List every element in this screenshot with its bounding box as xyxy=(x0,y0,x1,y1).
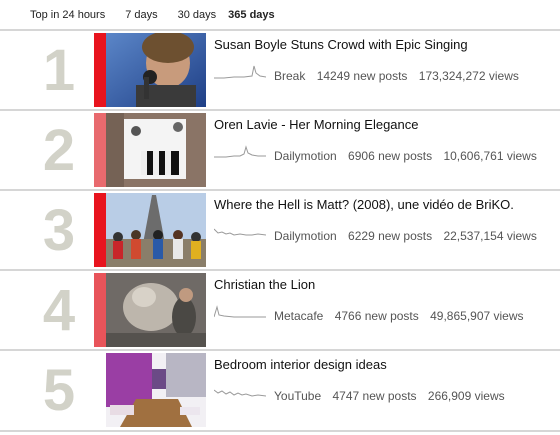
tab-30-days[interactable]: 30 days xyxy=(178,9,217,21)
video-thumbnail[interactable] xyxy=(106,113,206,187)
source-link[interactable]: YouTube xyxy=(274,389,321,403)
video-thumbnail[interactable] xyxy=(106,193,206,267)
video-meta: Dailymotion 6906 new posts 10,606,761 vi… xyxy=(274,149,537,163)
video-thumbnail[interactable] xyxy=(106,33,206,107)
rank-number: 5 xyxy=(42,358,76,423)
heat-bar xyxy=(94,33,106,107)
video-meta: Break 14249 new posts 173,324,272 views xyxy=(274,69,519,83)
sparkline-chart xyxy=(214,65,266,79)
video-title-link[interactable]: Susan Boyle Stuns Crowd with Epic Singin… xyxy=(214,37,468,52)
views-count: 173,324,272 views xyxy=(418,69,519,83)
new-posts-count: 4747 new posts xyxy=(332,389,417,403)
video-meta: Metacafe 4766 new posts 49,865,907 views xyxy=(274,309,524,323)
time-range-tabs: Top in 24 hours 7 days 30 days 365 days xyxy=(0,0,560,29)
sparkline-chart xyxy=(214,305,266,318)
sparkline-chart xyxy=(214,145,266,158)
new-posts-count: 6229 new posts xyxy=(348,229,433,243)
video-title-link[interactable]: Where the Hell is Matt? (2008), une vidé… xyxy=(214,197,514,212)
video-meta: Dailymotion 6229 new posts 22,537,154 vi… xyxy=(274,229,537,243)
list-item: 3 Where the Hell is Matt? (2008), une vi… xyxy=(0,189,560,269)
tab-365-days[interactable]: 365 days xyxy=(228,9,274,21)
source-link[interactable]: Break xyxy=(274,69,305,83)
source-link[interactable]: Metacafe xyxy=(274,309,323,323)
tab-7-days[interactable]: 7 days xyxy=(125,9,157,21)
source-link[interactable]: Dailymotion xyxy=(274,149,337,163)
list-item: 2 Oren Lavie - Her Morning Elegance Dail… xyxy=(0,109,560,189)
source-link[interactable]: Dailymotion xyxy=(274,229,337,243)
views-count: 266,909 views xyxy=(427,389,505,403)
new-posts-count: 14249 new posts xyxy=(316,69,408,83)
video-ranking-list: 1 Susan Boyle Stuns Crowd with Epic Sing… xyxy=(0,29,560,432)
rank-number: 3 xyxy=(42,198,76,263)
list-item: 1 Susan Boyle Stuns Crowd with Epic Sing… xyxy=(0,29,560,109)
video-thumbnail[interactable] xyxy=(106,353,206,427)
list-item: 5 Bedroom interior design ideas YouTube … xyxy=(0,349,560,432)
rank-number: 2 xyxy=(42,118,76,183)
list-item: 4 Christian the Lion Metacafe 4766 new p… xyxy=(0,269,560,349)
heat-bar xyxy=(94,353,106,427)
video-title-link[interactable]: Oren Lavie - Her Morning Elegance xyxy=(214,117,419,132)
video-title-link[interactable]: Christian the Lion xyxy=(214,277,315,292)
rank-number: 4 xyxy=(42,278,76,343)
new-posts-count: 6906 new posts xyxy=(348,149,433,163)
heat-bar xyxy=(94,273,106,347)
sparkline-chart xyxy=(214,389,266,397)
video-thumbnail[interactable] xyxy=(106,273,206,347)
video-title-link[interactable]: Bedroom interior design ideas xyxy=(214,357,387,372)
new-posts-count: 4766 new posts xyxy=(334,309,419,323)
heat-bar xyxy=(94,113,106,187)
views-count: 22,537,154 views xyxy=(443,229,537,243)
video-meta: YouTube 4747 new posts 266,909 views xyxy=(274,389,505,403)
sparkline-chart xyxy=(214,228,266,236)
heat-bar xyxy=(94,193,106,267)
views-count: 49,865,907 views xyxy=(430,309,524,323)
views-count: 10,606,761 views xyxy=(443,149,537,163)
rank-number: 1 xyxy=(42,38,76,103)
tab-24-hours[interactable]: Top in 24 hours xyxy=(30,9,105,21)
